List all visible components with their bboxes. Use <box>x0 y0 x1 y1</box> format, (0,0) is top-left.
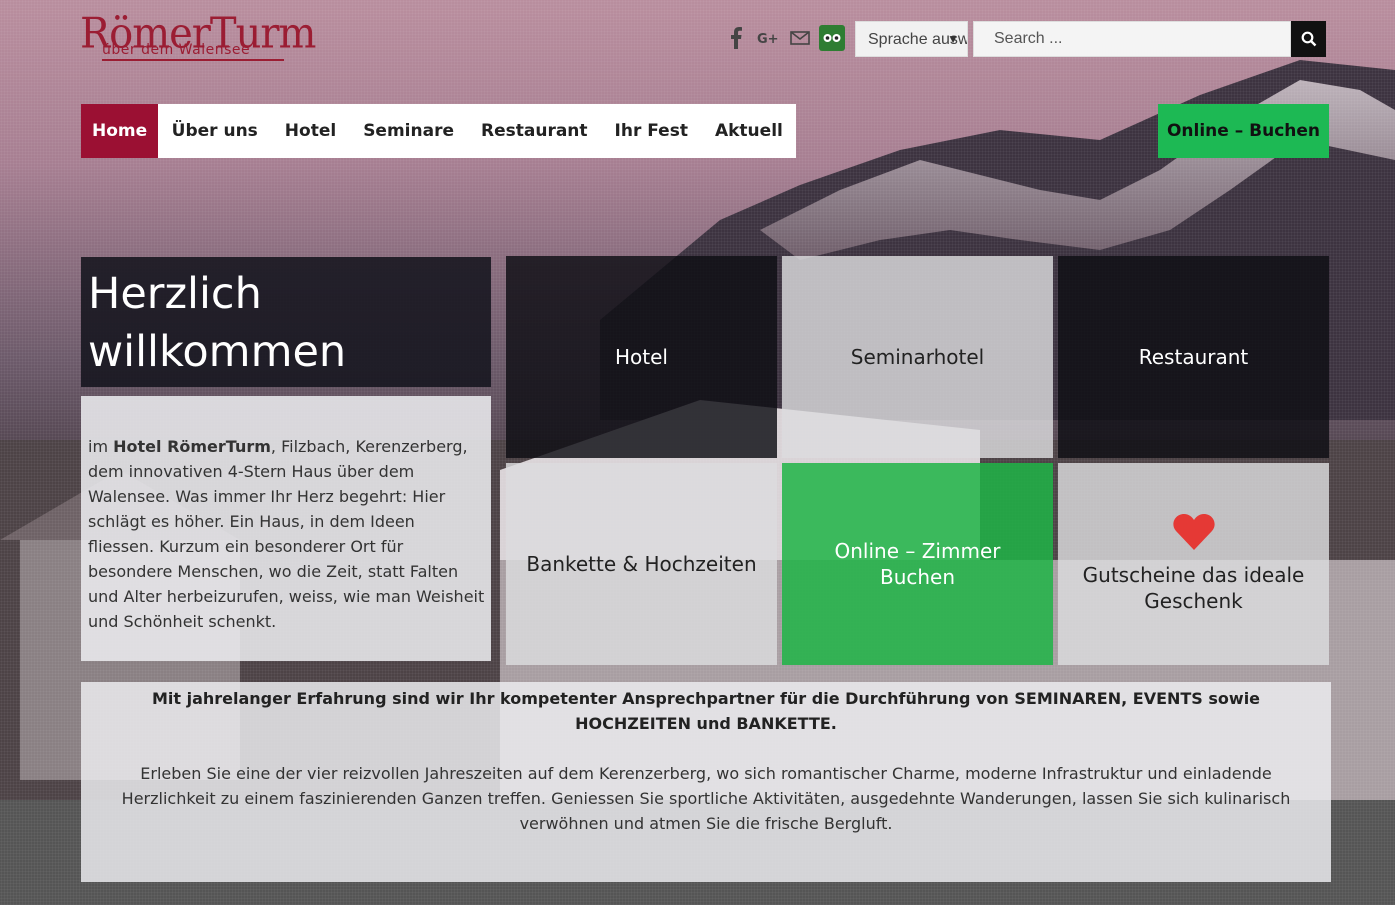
tile-hotel[interactable]: Hotel <box>506 256 777 458</box>
search-icon <box>1301 31 1316 47</box>
search-input[interactable]: Search ... <box>973 21 1291 57</box>
heart-icon <box>1172 514 1215 550</box>
svg-text:G+: G+ <box>757 32 779 45</box>
nav-item-seminare[interactable]: Seminare <box>350 104 468 158</box>
info-text: Erleben Sie eine der vier reizvollen Jah… <box>121 764 1291 833</box>
social-links: G+ <box>722 24 850 52</box>
tile-gutscheine-label: Gutscheine das ideale Geschenk <box>1082 563 1305 613</box>
info-section: Mit jahrelanger Erfahrung sind wir Ihr k… <box>81 682 1331 882</box>
search-button[interactable] <box>1291 21 1326 57</box>
mail-icon[interactable] <box>786 24 814 52</box>
welcome-title: Herzlich willkommen <box>81 257 491 387</box>
nav-item-home[interactable]: Home <box>81 104 159 158</box>
tile-restaurant-label: Restaurant <box>1138 345 1249 369</box>
nav-item-restaurant[interactable]: Restaurant <box>468 104 602 158</box>
intro-rest: , Filzbach, Kerenzerberg, dem innovative… <box>88 437 485 631</box>
online-booking-button[interactable]: Online – Buchen <box>1158 104 1329 158</box>
tile-gutscheine[interactable]: Gutscheine das ideale Geschenk <box>1058 463 1329 665</box>
nav-item-aktuell[interactable]: Aktuell <box>701 104 796 158</box>
nav-item-ihr-fest[interactable]: Ihr Fest <box>601 104 701 158</box>
site-logo[interactable]: RömerTurm über dem Walensee <box>80 13 316 66</box>
tile-bankette-label: Bankette & Hochzeiten <box>526 552 757 576</box>
logo-underline <box>102 59 284 61</box>
tile-seminarhotel-label: Seminarhotel <box>850 345 985 369</box>
chevron-down-icon: ▼ <box>947 32 959 46</box>
tile-bankette[interactable]: Bankette & Hochzeiten <box>506 463 777 665</box>
google-plus-icon[interactable]: G+ <box>754 24 782 52</box>
tile-online-zimmer-buchen[interactable]: Online – Zimmer Buchen <box>782 463 1053 665</box>
main-nav: Home Über uns Hotel Seminare Restaurant … <box>81 104 797 158</box>
nav-item-ueber-uns[interactable]: Über uns <box>158 104 271 158</box>
tile-online-zimmer-buchen-label: Online – Zimmer Buchen <box>834 539 1001 589</box>
intro-prefix: im <box>88 437 114 456</box>
tile-hotel-label: Hotel <box>615 345 668 369</box>
nav-item-hotel[interactable]: Hotel <box>271 104 349 158</box>
search-placeholder: Search ... <box>994 30 1063 47</box>
logo-sub-text: über dem Walensee <box>102 42 251 58</box>
intro-text: im Hotel RömerTurm, Filzbach, Kerenzerbe… <box>81 396 491 661</box>
hotel-name: Hotel RömerTurm <box>113 437 271 456</box>
language-select[interactable]: Sprache auswählen ▼ <box>855 21 968 57</box>
tile-seminarhotel[interactable]: Seminarhotel <box>782 256 1053 458</box>
tripadvisor-icon[interactable] <box>818 24 846 52</box>
info-lead: Mit jahrelanger Erfahrung sind wir Ihr k… <box>151 689 1261 733</box>
facebook-icon[interactable] <box>722 24 750 52</box>
tile-restaurant[interactable]: Restaurant <box>1058 256 1329 458</box>
